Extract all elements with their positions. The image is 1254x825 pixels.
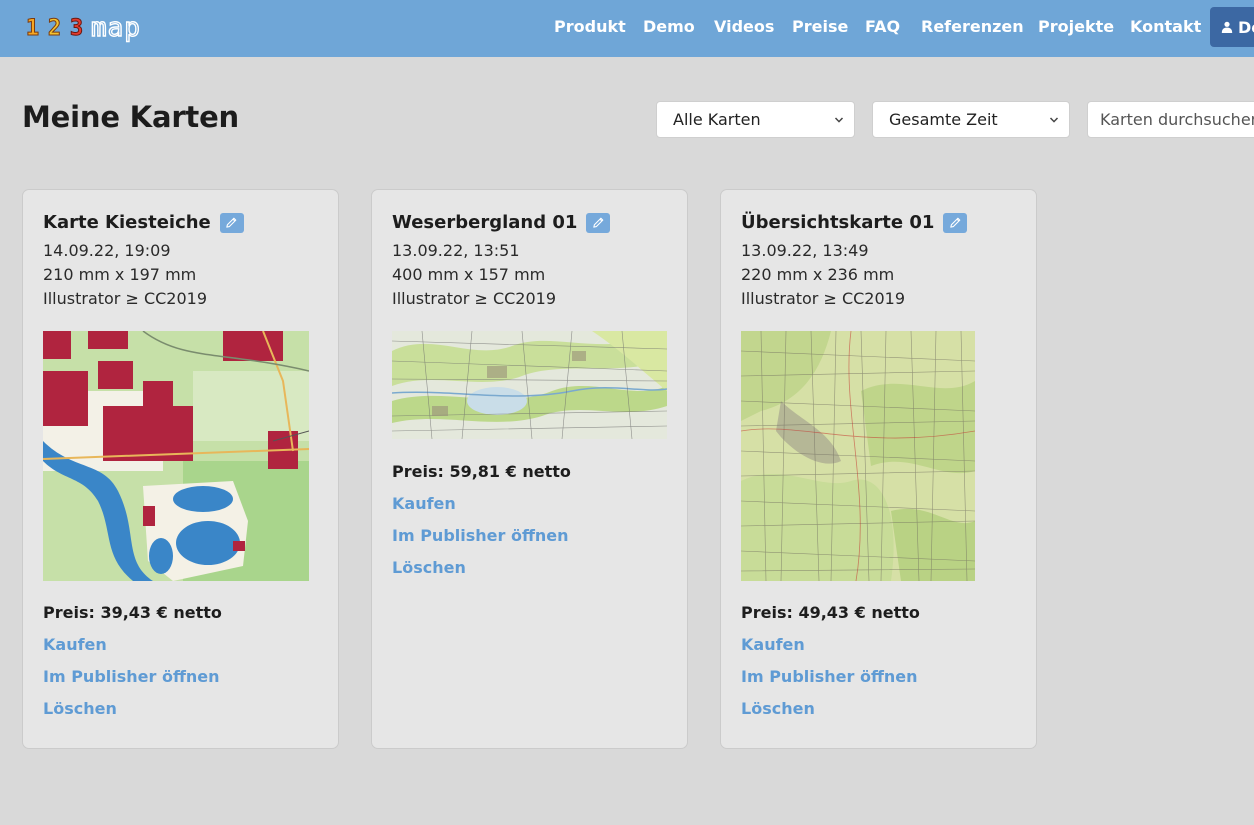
logo-word: map xyxy=(90,12,141,43)
map-price: Preis: 59,81 € netto xyxy=(392,462,571,481)
logo-digit-1: 1 xyxy=(25,15,40,41)
map-size: 210 mm x 197 mm xyxy=(43,265,197,284)
page-title: Meine Karten xyxy=(22,100,239,134)
buy-link[interactable]: Kaufen xyxy=(43,635,107,654)
top-navigation-bar: 1 2 3 map Produkt Demo Videos Preise FAQ… xyxy=(0,0,1254,57)
chevron-down-icon xyxy=(1049,117,1059,123)
map-title: Weserbergland 01 xyxy=(392,212,578,233)
map-price: Preis: 49,43 € netto xyxy=(741,603,920,622)
map-thumbnail[interactable] xyxy=(43,331,309,581)
map-date: 14.09.22, 19:09 xyxy=(43,241,171,260)
time-filter-select[interactable]: Gesamte Zeit xyxy=(872,101,1070,138)
nav-referenzen[interactable]: Referenzen xyxy=(921,17,1024,36)
map-filter-select[interactable]: Alle Karten xyxy=(656,101,855,138)
map-format: Illustrator ≥ CC2019 xyxy=(43,289,208,308)
nav-projekte[interactable]: Projekte xyxy=(1038,17,1114,36)
search-input[interactable]: Karten durchsuchen xyxy=(1087,101,1254,138)
nav-demo[interactable]: Demo xyxy=(643,17,695,36)
nav-faq[interactable]: FAQ xyxy=(865,17,900,36)
buy-link[interactable]: Kaufen xyxy=(741,635,805,654)
chevron-down-icon xyxy=(834,117,844,123)
map-size: 220 mm x 236 mm xyxy=(741,265,895,284)
logo[interactable]: 1 2 3 map xyxy=(22,12,141,43)
user-account-button[interactable]: De xyxy=(1210,7,1254,47)
open-in-publisher-link[interactable]: Im Publisher öffnen xyxy=(392,526,569,545)
open-in-publisher-link[interactable]: Im Publisher öffnen xyxy=(741,667,918,686)
map-date: 13.09.22, 13:49 xyxy=(741,241,869,260)
map-price: Preis: 39,43 € netto xyxy=(43,603,222,622)
time-filter-value: Gesamte Zeit xyxy=(889,110,998,129)
map-format: Illustrator ≥ CC2019 xyxy=(392,289,557,308)
delete-link[interactable]: Löschen xyxy=(43,699,117,718)
logo-digit-2: 2 xyxy=(47,15,62,41)
map-card: Weserbergland 01 13.09.22, 13:51 400 mm … xyxy=(371,189,688,749)
user-button-label: De xyxy=(1238,17,1254,37)
edit-button[interactable] xyxy=(586,212,611,233)
nav-preise[interactable]: Preise xyxy=(792,17,848,36)
map-size: 400 mm x 157 mm xyxy=(392,265,546,284)
logo-digit-3: 3 xyxy=(69,15,84,41)
nav-kontakt[interactable]: Kontakt xyxy=(1130,17,1201,36)
delete-link[interactable]: Löschen xyxy=(392,558,466,577)
person-icon xyxy=(1221,21,1233,33)
map-card: Karte Kiesteiche 14.09.22, 19:09 210 mm … xyxy=(22,189,339,749)
map-date: 13.09.22, 13:51 xyxy=(392,241,520,260)
map-thumbnail[interactable] xyxy=(392,331,667,439)
map-filter-value: Alle Karten xyxy=(673,110,761,129)
buy-link[interactable]: Kaufen xyxy=(392,494,456,513)
map-title: Karte Kiesteiche xyxy=(43,212,211,233)
map-card: Übersichtskarte 01 13.09.22, 13:49 220 m… xyxy=(720,189,1037,749)
search-placeholder: Karten durchsuchen xyxy=(1100,110,1254,129)
pencil-icon xyxy=(950,217,961,228)
map-thumbnail[interactable] xyxy=(741,331,975,581)
delete-link[interactable]: Löschen xyxy=(741,699,815,718)
open-in-publisher-link[interactable]: Im Publisher öffnen xyxy=(43,667,220,686)
nav-videos[interactable]: Videos xyxy=(714,17,774,36)
nav-produkt[interactable]: Produkt xyxy=(554,17,626,36)
map-format: Illustrator ≥ CC2019 xyxy=(741,289,906,308)
pencil-icon xyxy=(593,217,604,228)
edit-button[interactable] xyxy=(219,212,244,233)
edit-button[interactable] xyxy=(943,212,968,233)
pencil-icon xyxy=(226,217,237,228)
map-title: Übersichtskarte 01 xyxy=(741,212,935,233)
